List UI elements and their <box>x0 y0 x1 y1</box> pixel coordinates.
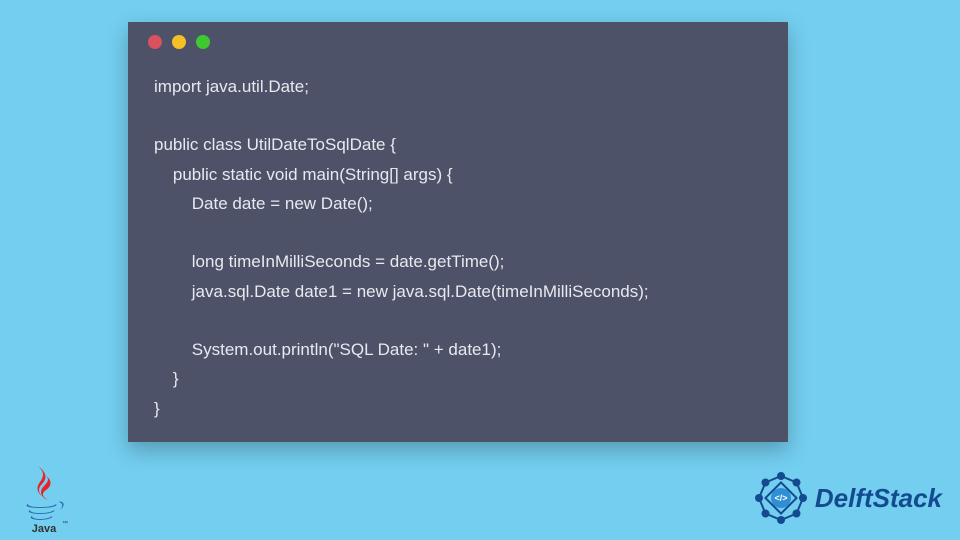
brand-name: DelftStack <box>815 483 942 514</box>
svg-text:</>: </> <box>774 493 787 503</box>
code-line: public static void main(String[] args) { <box>154 165 453 184</box>
code-line: System.out.println("SQL Date: " + date1)… <box>154 340 501 359</box>
code-block: import java.util.Date; public class Util… <box>128 62 788 443</box>
brand: </> DelftStack <box>753 470 942 526</box>
window-titlebar <box>128 22 788 62</box>
svg-text:™: ™ <box>62 520 68 527</box>
code-line: } <box>154 399 160 418</box>
code-line: import java.util.Date; <box>154 77 309 96</box>
code-line: public class UtilDateToSqlDate { <box>154 135 396 154</box>
minimize-icon[interactable] <box>172 35 186 49</box>
java-logo-icon: Java ™ <box>18 462 70 534</box>
close-icon[interactable] <box>148 35 162 49</box>
code-line: java.sql.Date date1 = new java.sql.Date(… <box>154 282 649 301</box>
zoom-icon[interactable] <box>196 35 210 49</box>
code-window: import java.util.Date; public class Util… <box>128 22 788 442</box>
code-line: } <box>154 369 179 388</box>
code-line: Date date = new Date(); <box>154 194 373 213</box>
delftstack-logo-icon: </> <box>753 470 809 526</box>
svg-text:Java: Java <box>32 523 57 534</box>
code-line: long timeInMilliSeconds = date.getTime()… <box>154 252 504 271</box>
